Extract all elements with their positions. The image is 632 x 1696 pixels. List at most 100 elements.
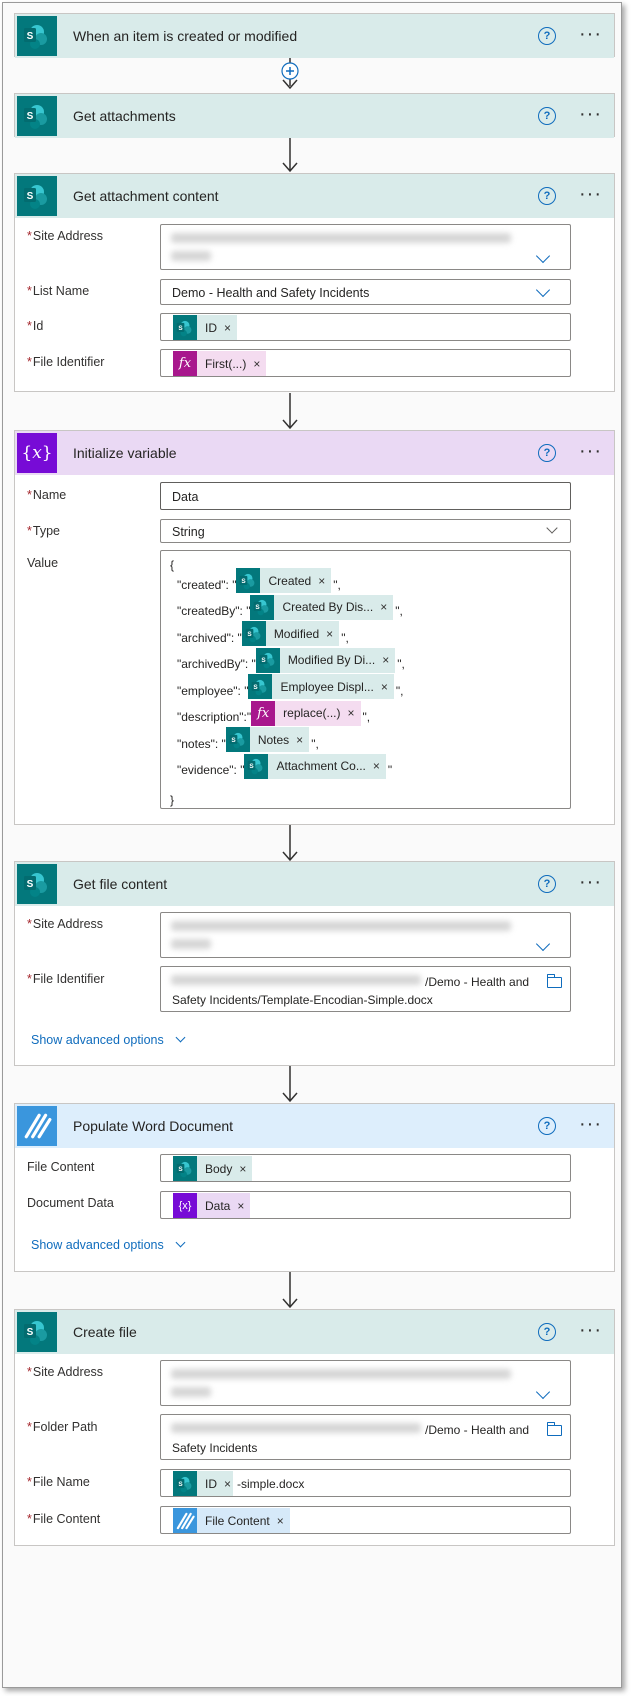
dynamic-content-token[interactable]: Modified × [241, 621, 340, 646]
chevron-down-icon[interactable] [546, 522, 558, 534]
more-options-icon[interactable]: ··· [579, 872, 602, 892]
chevron-down-icon[interactable] [535, 248, 551, 264]
json-suffix: " [387, 763, 393, 777]
remove-token-icon[interactable]: × [296, 733, 303, 747]
get-attachments-card[interactable]: Get attachments ? ··· [14, 93, 615, 138]
folder-icon[interactable] [547, 1422, 562, 1436]
file-identifier-field[interactable]: fx First(...) × [160, 349, 571, 377]
more-options-icon[interactable]: ··· [579, 1114, 602, 1134]
id-token[interactable]: ID × [173, 315, 238, 340]
file-content-field[interactable]: Body × [160, 1154, 571, 1182]
site-address-label: *Site Address [27, 229, 104, 243]
function-icon: fx [251, 700, 276, 726]
help-icon[interactable]: ? [538, 875, 556, 893]
populate-word-document-card[interactable]: Populate Word Document ? ··· File Conten… [14, 1103, 615, 1272]
help-icon[interactable]: ? [538, 444, 556, 462]
remove-token-icon[interactable]: × [318, 574, 325, 588]
file-name-field[interactable]: ID × -simple.docx [160, 1469, 571, 1497]
sharepoint-icon [173, 315, 197, 340]
json-suffix: ", [395, 683, 404, 698]
remove-token-icon[interactable]: × [381, 680, 388, 694]
file-identifier-label: *File Identifier [27, 972, 105, 986]
get-attachments-header[interactable]: Get attachments ? ··· [15, 94, 614, 138]
more-options-icon[interactable]: ··· [579, 184, 602, 204]
help-icon[interactable]: ? [538, 1323, 556, 1341]
chevron-down-icon[interactable] [535, 1384, 551, 1400]
json-line: "evidence": " Attachment Co... × " [177, 753, 393, 779]
help-icon[interactable]: ? [538, 1117, 556, 1135]
dynamic-content-token[interactable]: Created × [236, 568, 332, 593]
file-content-token[interactable]: File Content × [173, 1508, 290, 1533]
folder-icon[interactable] [547, 974, 562, 988]
show-advanced-options-link[interactable]: Show advanced options [31, 1237, 186, 1252]
redacted-text [171, 1387, 211, 1397]
folder-path-field[interactable]: /Demo - Health and Safety Incidents [160, 1414, 571, 1460]
remove-token-icon[interactable]: × [224, 321, 231, 335]
get-file-content-header[interactable]: Get file content ? ··· [15, 862, 614, 906]
sharepoint-icon [173, 1156, 197, 1181]
chevron-down-icon[interactable] [535, 282, 551, 298]
get-file-content-card[interactable]: Get file content ? ··· *Site Address *Fi… [14, 861, 615, 1066]
add-step-connector[interactable] [273, 58, 307, 94]
json-key: "archived": " [177, 630, 242, 645]
remove-token-icon[interactable]: × [239, 1162, 246, 1176]
get-attachment-content-card[interactable]: Get attachment content ? ··· *Site Addre… [14, 173, 615, 392]
initialize-variable-card[interactable]: {x} Initialize variable ? ··· *Name Data… [14, 430, 615, 825]
trigger-card[interactable]: When an item is created or modified ? ··… [14, 13, 615, 58]
encodian-icon [173, 1508, 197, 1533]
remove-token-icon[interactable]: × [277, 1514, 284, 1528]
get-attachment-content-header[interactable]: Get attachment content ? ··· [15, 174, 614, 218]
create-file-card[interactable]: Create file ? ··· *Site Address *Folder … [14, 1309, 615, 1546]
create-file-header[interactable]: Create file ? ··· [15, 1310, 614, 1354]
dynamic-content-token[interactable]: Created By Dis... × [250, 594, 394, 620]
variable-type-dropdown[interactable]: String [160, 519, 571, 543]
name-label: *Name [27, 488, 67, 502]
remove-token-icon[interactable]: × [253, 357, 260, 371]
remove-token-icon[interactable]: × [380, 600, 387, 614]
site-address-field[interactable] [160, 912, 571, 958]
populate-word-document-header[interactable]: Populate Word Document ? ··· [15, 1104, 614, 1148]
more-options-icon[interactable]: ··· [579, 1320, 602, 1340]
id-field[interactable]: ID × [160, 313, 571, 341]
document-data-field[interactable]: {x} Data × [160, 1191, 571, 1219]
file-content-field[interactable]: File Content × [160, 1506, 571, 1534]
help-icon[interactable]: ? [538, 107, 556, 125]
sharepoint-icon [250, 594, 275, 620]
data-variable-token[interactable]: {x} Data × [173, 1193, 251, 1218]
remove-token-icon[interactable]: × [373, 759, 380, 773]
dynamic-content-token[interactable]: Modified By Di... × [255, 647, 396, 673]
site-address-field[interactable] [160, 1360, 571, 1406]
body-token[interactable]: Body × [173, 1156, 253, 1181]
expression-token[interactable]: fx First(...) × [173, 351, 267, 376]
sharepoint-icon [236, 568, 261, 593]
remove-token-icon[interactable]: × [382, 653, 389, 667]
remove-token-icon[interactable]: × [348, 706, 355, 720]
more-options-icon[interactable]: ··· [579, 24, 602, 44]
sharepoint-icon [241, 621, 266, 646]
initialize-variable-header[interactable]: {x} Initialize variable ? ··· [15, 431, 614, 475]
file-identifier-field[interactable]: /Demo - Health and Safety Incidents/Temp… [160, 966, 571, 1012]
redacted-text [171, 939, 211, 949]
trigger-header[interactable]: When an item is created or modified ? ··… [15, 14, 614, 58]
variable-name-input[interactable]: Data [160, 482, 571, 510]
remove-token-icon[interactable]: × [224, 1477, 231, 1491]
remove-token-icon[interactable]: × [326, 627, 333, 641]
show-advanced-options-link[interactable]: Show advanced options [31, 1032, 186, 1047]
json-close-brace: } [170, 793, 175, 807]
help-icon[interactable]: ? [538, 27, 556, 45]
expression-token[interactable]: fx replace(...) × [251, 700, 361, 726]
chevron-down-icon[interactable] [535, 936, 551, 952]
more-options-icon[interactable]: ··· [579, 104, 602, 124]
function-icon: fx [173, 351, 197, 376]
site-address-field[interactable] [160, 224, 571, 270]
dynamic-content-token[interactable]: Attachment Co... × [244, 753, 386, 779]
more-options-icon[interactable]: ··· [579, 441, 602, 461]
dynamic-content-token[interactable]: Employee Displ... × [248, 674, 394, 699]
help-icon[interactable]: ? [538, 187, 556, 205]
file-name-suffix: -simple.docx [237, 1477, 305, 1491]
variable-icon: {x} [173, 1193, 197, 1218]
remove-token-icon[interactable]: × [237, 1199, 244, 1213]
dynamic-content-token[interactable]: Notes × [225, 727, 310, 752]
id-token[interactable]: ID × [173, 1471, 234, 1496]
list-name-dropdown[interactable]: Demo - Health and Safety Incidents [160, 279, 571, 305]
